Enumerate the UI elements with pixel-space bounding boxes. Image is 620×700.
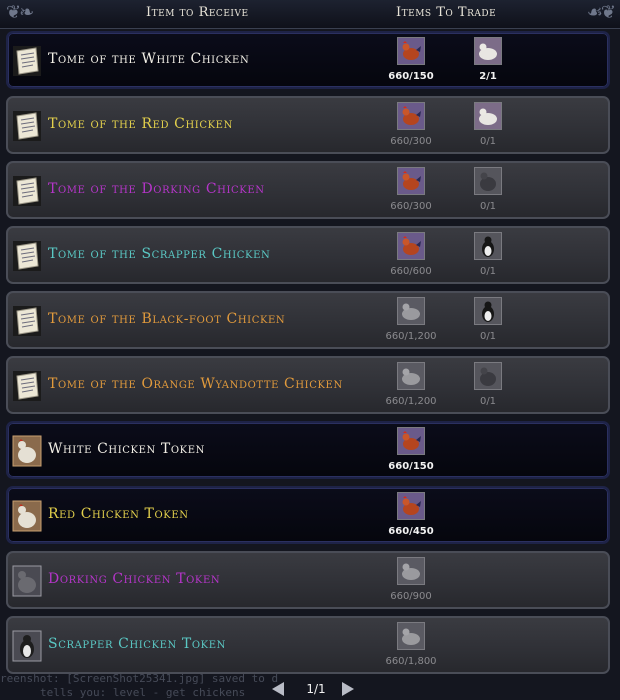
receive-item-name: Tome of the Black-foot Chicken — [48, 311, 286, 327]
receive-item-name: Tome of the Red Chicken — [48, 116, 233, 132]
trade-row[interactable]: Tome of the Red Chicken 660/300 0/1 — [6, 96, 610, 154]
white-chicken-token-icon[interactable] — [12, 500, 42, 532]
dark-chicken-token-icon[interactable] — [12, 565, 42, 597]
next-page-arrow-icon[interactable] — [342, 682, 354, 696]
white-chicken-icon[interactable] — [474, 102, 502, 130]
trade-cost: 660/300 — [381, 102, 441, 147]
trade-cost: 0/1 — [458, 297, 518, 342]
trade-cost: 660/150 — [381, 427, 441, 472]
scroll-icon[interactable] — [12, 175, 42, 207]
trade-cost: 0/1 — [458, 102, 518, 147]
trade-quantity: 0/1 — [479, 396, 497, 407]
trade-quantity: 660/300 — [390, 136, 432, 147]
receive-item-name: Red Chicken Token — [48, 506, 189, 522]
trade-cost: 660/1,800 — [381, 622, 441, 667]
trade-quantity: 660/150 — [388, 461, 434, 472]
trade-cost: 660/150 — [381, 37, 441, 82]
receive-item-name: Tome of the Orange Wyandotte Chicken — [48, 376, 343, 392]
trade-quantity: 660/1,200 — [385, 331, 437, 342]
trade-quantity: 2/1 — [479, 71, 497, 82]
trade-quantity: 660/150 — [388, 71, 434, 82]
header-items-to-trade: Items To Trade — [396, 5, 497, 20]
trade-quantity: 0/1 — [479, 201, 497, 212]
chat-text: reenshot: [ScreenShot25341.jpg] saved to… — [0, 672, 279, 685]
receive-item-name: Tome of the Scrapper Chicken — [48, 246, 271, 262]
header-item-to-receive: Item to Receive — [146, 5, 249, 20]
red-chicken-icon[interactable] — [397, 232, 425, 260]
scroll-icon[interactable] — [12, 110, 42, 142]
trade-row[interactable]: White Chicken Token 660/150 — [6, 421, 610, 479]
trade-quantity: 660/600 — [390, 266, 432, 277]
receive-item-name: Tome of the White Chicken — [48, 51, 250, 67]
grey-chicken-icon[interactable] — [397, 362, 425, 390]
trade-quantity: 660/300 — [390, 201, 432, 212]
chat-text: tells you: level - get chickens — [40, 686, 246, 699]
trade-cost: 660/300 — [381, 167, 441, 212]
red-chicken-icon[interactable] — [397, 427, 425, 455]
trade-cost: 660/1,200 — [381, 362, 441, 407]
trade-row[interactable]: Tome of the Scrapper Chicken 660/600 0/1 — [6, 226, 610, 284]
ornament-icon: ❦❧ — [6, 2, 34, 23]
dark-chicken-icon[interactable] — [474, 362, 502, 390]
trade-list: Tome of the White Chicken 660/150 2/1 Tome … — [6, 31, 610, 681]
trade-row[interactable]: Scrapper Chicken Token 660/1,800 — [6, 616, 610, 674]
receive-item-name: Scrapper Chicken Token — [48, 636, 226, 652]
trade-quantity: 660/450 — [388, 526, 434, 537]
trade-quantity: 0/1 — [479, 331, 497, 342]
trade-row[interactable]: Red Chicken Token 660/450 — [6, 486, 610, 544]
trade-cost: 2/1 — [458, 37, 518, 82]
trade-quantity: 0/1 — [479, 266, 497, 277]
scroll-icon[interactable] — [12, 45, 42, 77]
penguin-chicken-token-icon[interactable] — [12, 630, 42, 662]
ornament-icon: ☙❦ — [586, 2, 616, 23]
receive-item-name: Tome of the Dorking Chicken — [48, 181, 265, 197]
trade-quantity: 660/1,200 — [385, 396, 437, 407]
receive-item-name: White Chicken Token — [48, 441, 205, 457]
trade-quantity: 660/1,800 — [385, 656, 437, 667]
red-chicken-icon[interactable] — [397, 492, 425, 520]
trade-quantity: 0/1 — [479, 136, 497, 147]
page-label: 1/1 — [306, 682, 326, 696]
scroll-icon[interactable] — [12, 305, 42, 337]
trade-row[interactable]: Tome of the Orange Wyandotte Chicken 660/… — [6, 356, 610, 414]
trade-cost: 0/1 — [458, 362, 518, 407]
trade-row[interactable]: Tome of the White Chicken 660/150 2/1 — [6, 31, 610, 89]
trade-cost: 0/1 — [458, 167, 518, 212]
trade-row[interactable]: Tome of the Black-foot Chicken 660/1,200 0… — [6, 291, 610, 349]
scroll-icon[interactable] — [12, 240, 42, 272]
grey-chicken-icon[interactable] — [397, 557, 425, 585]
trade-cost: 660/1,200 — [381, 297, 441, 342]
trade-cost: 660/450 — [381, 492, 441, 537]
scroll-icon[interactable] — [12, 370, 42, 402]
grey-chicken-icon[interactable] — [397, 297, 425, 325]
trade-header: ❦❧ Item to Receive Items To Trade ☙❦ — [0, 0, 620, 29]
red-chicken-icon[interactable] — [397, 102, 425, 130]
pager: 1/1 — [268, 680, 360, 698]
grey-chicken-icon[interactable] — [397, 622, 425, 650]
white-chicken-token-icon[interactable] — [12, 435, 42, 467]
penguin-chicken-icon[interactable] — [474, 297, 502, 325]
trade-row[interactable]: Dorking Chicken Token 660/900 — [6, 551, 610, 609]
trade-cost: 660/900 — [381, 557, 441, 602]
trade-row[interactable]: Tome of the Dorking Chicken 660/300 0/1 — [6, 161, 610, 219]
dark-chicken-icon[interactable] — [474, 167, 502, 195]
penguin-chicken-icon[interactable] — [474, 232, 502, 260]
trade-cost: 660/600 — [381, 232, 441, 277]
red-chicken-icon[interactable] — [397, 37, 425, 65]
trade-cost: 0/1 — [458, 232, 518, 277]
white-chicken-icon[interactable] — [474, 37, 502, 65]
previous-page-arrow-icon[interactable] — [272, 682, 284, 696]
trade-quantity: 660/900 — [390, 591, 432, 602]
red-chicken-icon[interactable] — [397, 167, 425, 195]
receive-item-name: Dorking Chicken Token — [48, 571, 221, 587]
